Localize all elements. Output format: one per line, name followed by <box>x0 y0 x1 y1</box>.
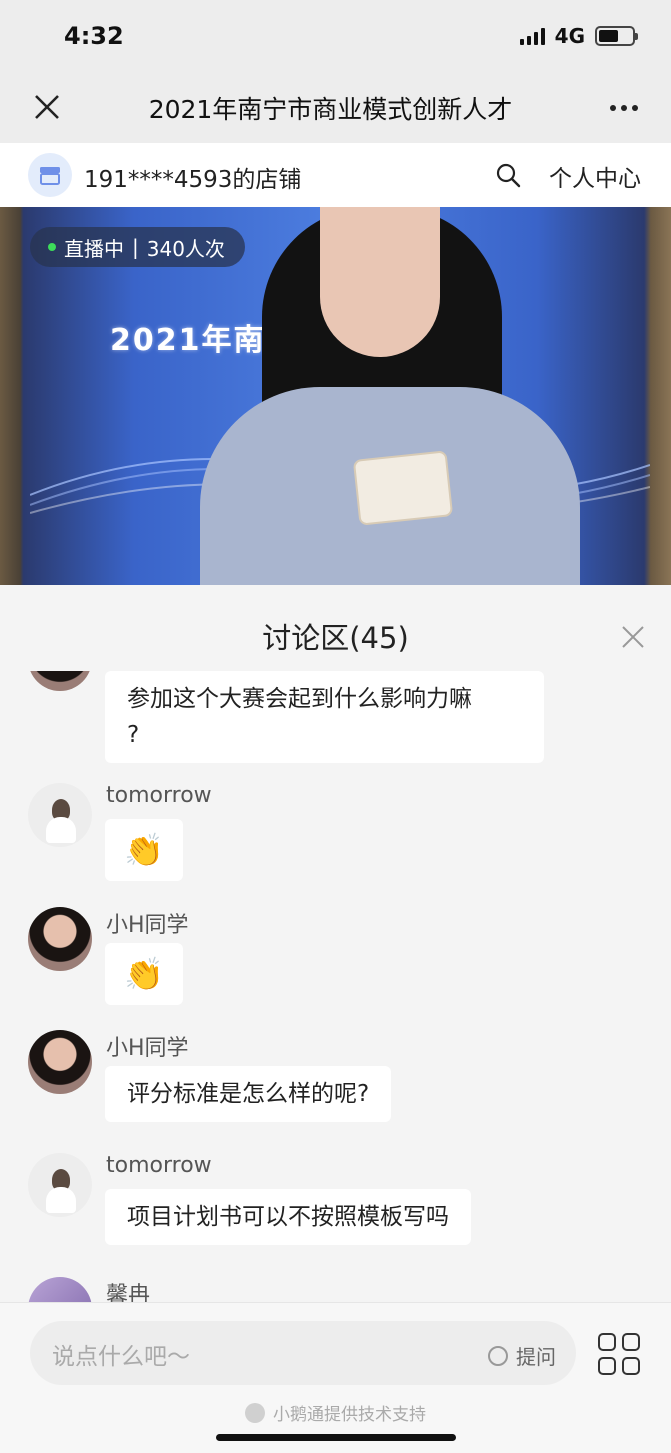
live-status-badge: 直播中 | 340人次 <box>30 227 245 267</box>
live-separator: | <box>132 235 139 259</box>
message-bubble: 👏 <box>105 943 183 1005</box>
avatar[interactable] <box>28 1277 92 1303</box>
ask-question-toggle[interactable]: 提问 <box>488 1341 556 1370</box>
nav-bar: 2021年南宁市商业模式创新人才 <box>0 72 671 143</box>
message-bubble: 👏 <box>105 819 183 881</box>
message-author: tomorrow <box>106 1153 212 1178</box>
shop-name[interactable]: 191****4593的店铺 <box>84 160 301 194</box>
message-author: 小H同学 <box>106 1036 189 1061</box>
avatar[interactable] <box>28 1153 92 1217</box>
battery-icon <box>595 26 638 46</box>
message-author: tomorrow <box>106 783 212 808</box>
message-bubble: 评分标准是怎么样的呢? <box>105 1066 392 1122</box>
powered-by: 小鹅通提供技术支持 <box>0 1400 671 1425</box>
discussion-title: 讨论区(45) <box>262 621 409 655</box>
shop-icon[interactable] <box>28 153 72 197</box>
comment-placeholder: 说点什么吧～ <box>52 1344 190 1370</box>
signal-icon <box>519 27 545 45</box>
message-bubble: 参加这个大赛会起到什么影响力嘛 ? <box>105 671 544 763</box>
message-author: 小H同学 <box>106 913 189 938</box>
close-panel-icon[interactable] <box>621 625 645 649</box>
home-indicator[interactable] <box>216 1434 456 1441</box>
avatar[interactable] <box>28 783 92 847</box>
grid-menu-icon[interactable] <box>598 1333 640 1375</box>
comment-input[interactable]: 说点什么吧～ 提问 <box>30 1321 576 1385</box>
message-author: 馨冉 <box>106 1283 151 1303</box>
live-video[interactable]: 2021年南宁市 人才大赛 直播中 | 340人次 <box>0 207 671 585</box>
avatar[interactable] <box>28 1030 92 1094</box>
shop-bar: 191****4593的店铺 个人中心 <box>0 143 671 207</box>
xiaoe-logo-icon <box>245 1402 265 1423</box>
live-status-label: 直播中 <box>64 236 124 261</box>
message-bubble: 项目计划书可以不按照模板写吗 <box>105 1189 471 1245</box>
live-dot-icon <box>48 243 56 251</box>
viewer-count: 340人次 <box>146 236 225 261</box>
powered-by-text: 小鹅通提供技术支持 <box>273 1405 426 1425</box>
page-title: 2021年南宁市商业模式创新人才 <box>148 95 513 124</box>
battery-fill <box>599 30 619 42</box>
presenter-phone <box>352 450 454 526</box>
close-icon[interactable] <box>28 88 66 126</box>
search-icon[interactable] <box>494 161 522 189</box>
more-options-icon[interactable] <box>605 90 643 126</box>
avatar[interactable] <box>28 907 92 971</box>
input-area: 说点什么吧～ 提问 小鹅通提供技术支持 <box>0 1302 671 1453</box>
personal-center-link[interactable]: 个人中心 <box>549 159 641 193</box>
ask-question-label: 提问 <box>516 1345 556 1369</box>
radio-icon[interactable] <box>488 1345 508 1366</box>
status-bar: 4:32 4G <box>0 0 671 72</box>
network-label: 4G <box>554 24 585 48</box>
status-time: 4:32 <box>64 22 124 50</box>
presenter-face <box>320 207 440 357</box>
avatar[interactable] <box>28 671 92 691</box>
status-indicators: 4G <box>519 24 638 48</box>
message-list[interactable]: 参加这个大赛会起到什么影响力嘛 ? tomorrow 👏 小H同学 👏 小H同学… <box>0 671 671 1303</box>
